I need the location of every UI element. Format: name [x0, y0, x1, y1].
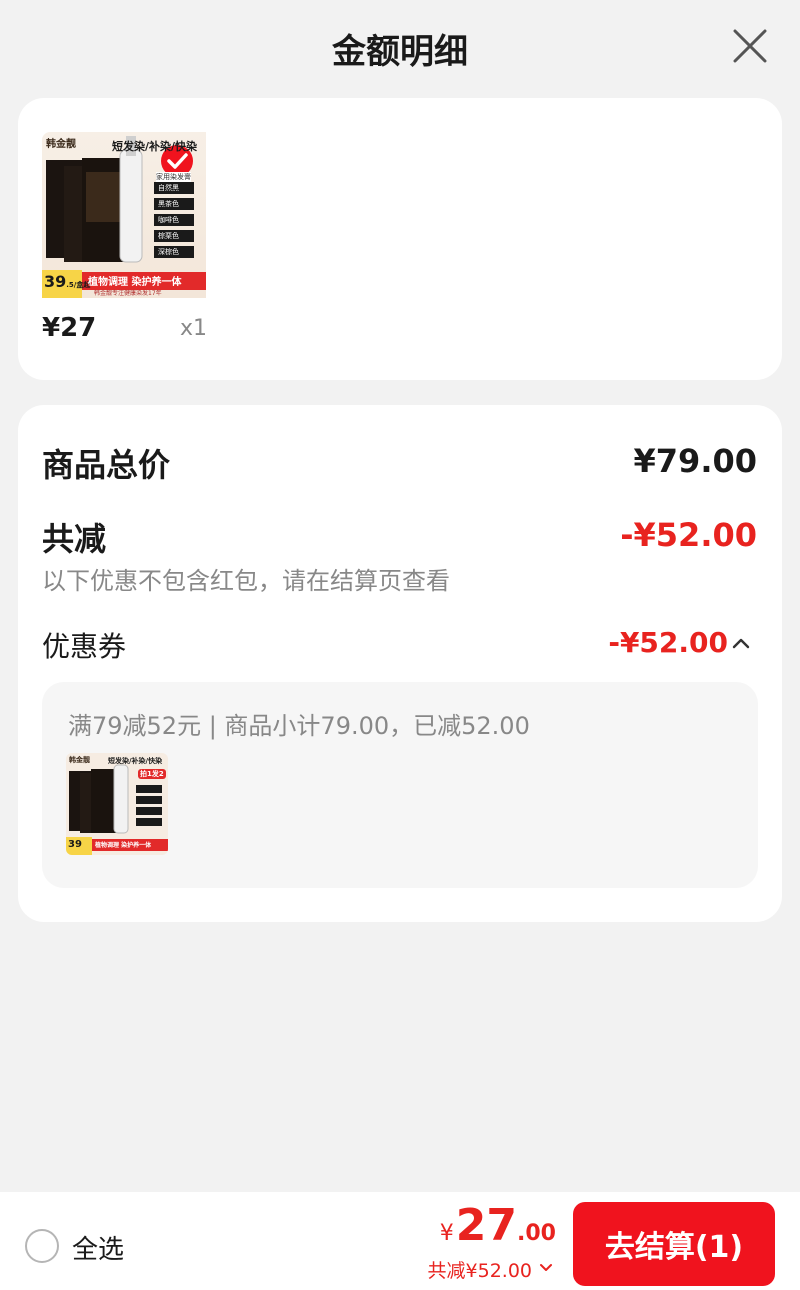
close-icon[interactable] [730, 26, 770, 66]
coupon-thumb-badge: 拍1发2 [138, 769, 166, 779]
payment-total: ¥ 27 .00 [440, 1200, 556, 1251]
product-image-color-label: 咖啡色 [158, 216, 179, 224]
product-quantity: x1 [180, 316, 208, 341]
chevron-down-icon[interactable] [538, 1260, 554, 1276]
product-image-color-label: 自然黑 [158, 184, 179, 192]
coupon-thumb-banner: 植物调理 染护养一体 [95, 842, 152, 849]
coupon-description: 满79减52元 | 商品小计79.00，已减52.00 [68, 712, 530, 740]
select-all-label[interactable]: 全选 [72, 1229, 124, 1266]
total-price-value: ¥79.00 [633, 442, 757, 480]
payment-reduce-text[interactable]: 共减¥52.00 [428, 1256, 532, 1283]
product-image-headline: 短发染/补染/快染 [112, 140, 198, 153]
coupon-value[interactable]: -¥52.00 [608, 626, 728, 659]
coupon-thumb-brand: 韩金靓 [69, 756, 90, 764]
chevron-up-icon[interactable] [730, 632, 752, 654]
coupon-thumb-headline: 短发染/补染/快染 [108, 757, 163, 765]
product-image-price: 39.5/盒起 [44, 272, 90, 291]
product-image[interactable]: 韩金靓 短发染/补染/快染 家用染发膏 39.5/盒起 植物调理 染护养一体 韩… [42, 132, 224, 314]
coupon-thumb-price: 39 [68, 839, 82, 850]
product-image-banner: 植物调理 染护养一体 [88, 277, 182, 288]
product-image-tag: 家用染发膏 [156, 172, 191, 182]
product-image-color-label: 深棕色 [158, 248, 179, 256]
product-price: ¥27 [42, 313, 97, 343]
page-header: 金额明细 [0, 0, 800, 96]
total-reduce-label: 共减 [42, 520, 107, 558]
total-price-label: 商品总价 [42, 446, 171, 484]
coupon-label[interactable]: 优惠券 [42, 625, 126, 665]
total-reduce-value: -¥52.00 [620, 516, 757, 554]
product-image-color-label: 棕栗色 [158, 232, 179, 240]
product-image-brand: 韩金靓 [46, 139, 76, 150]
product-image-subline: 韩金靓专注健康染发17年 [94, 290, 162, 297]
select-all-radio[interactable] [25, 1229, 59, 1263]
checkout-button[interactable]: 去结算(1) [573, 1202, 775, 1286]
product-image-price-dec: .5/盒起 [66, 281, 91, 289]
payment-currency: ¥ [439, 1221, 454, 1246]
product-image-price-int: 39 [44, 272, 67, 291]
payment-total-integer: 27 [455, 1200, 518, 1251]
page-title: 金额明细 [332, 31, 468, 72]
payment-total-decimal: .00 [517, 1221, 556, 1246]
product-image-color-label: 黑茶色 [158, 200, 179, 208]
coupon-product-image: 韩金靓 短发染/补染/快染 拍1发2 39 植物调理 染护养一体 [66, 753, 168, 855]
discount-note: 以下优惠不包含红包，请在结算页查看 [42, 567, 450, 595]
